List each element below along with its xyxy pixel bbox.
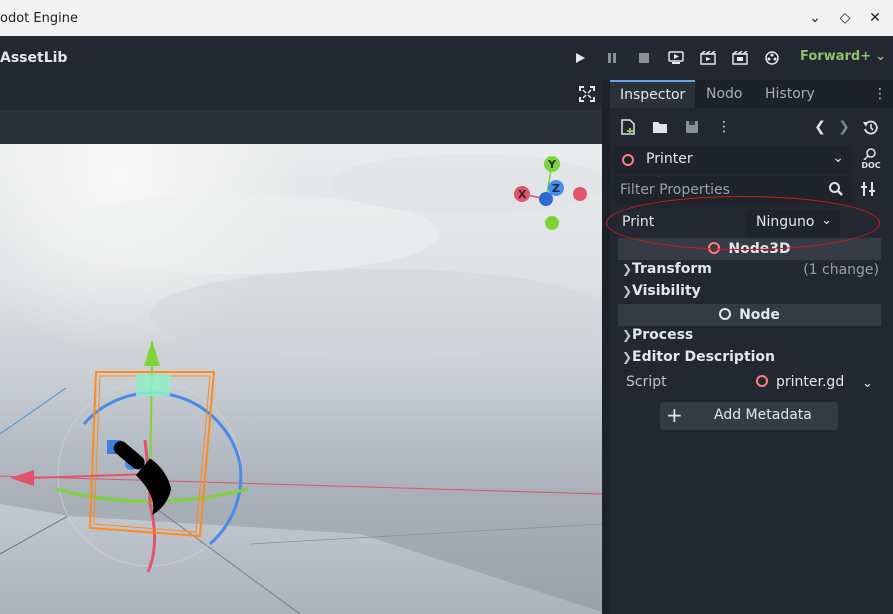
visibility-label: Visibility: [632, 283, 701, 299]
tab-history[interactable]: History: [755, 80, 825, 108]
inspector-toolbar: ⋮ ❮ ❯: [610, 112, 893, 142]
window-titlebar: odot Engine ⌄ ◇ ✕: [0, 0, 893, 36]
plus-icon: +: [666, 403, 683, 427]
script-resource[interactable]: printer.gd: [756, 374, 844, 390]
chevron-down-icon: ⌄: [875, 49, 886, 64]
script-value: printer.gd: [776, 374, 845, 390]
main-toolbar: AssetLib Forward+ ⌄: [0, 36, 893, 80]
node-section-label: Node: [739, 307, 780, 323]
dock-tabs: Inspector Nodo History ⋮: [610, 80, 893, 108]
window-title: odot Engine: [0, 11, 78, 26]
minimize-icon[interactable]: ⌄: [807, 8, 823, 28]
movie-maker-icon[interactable]: [758, 44, 786, 72]
play-scene-icon[interactable]: [694, 44, 722, 72]
gizmo-z-label: Z: [552, 182, 560, 195]
add-metadata-button[interactable]: + Add Metadata: [660, 402, 838, 430]
chevron-right-icon: ❯: [622, 328, 633, 342]
renderer-label: Forward+: [800, 49, 872, 64]
window-controls: ⌄ ◇ ✕: [807, 8, 883, 28]
save-icon[interactable]: [682, 117, 702, 137]
viewport-scene: X Y Z: [0, 144, 602, 614]
panel-splitter[interactable]: [602, 80, 610, 614]
script-icon: [756, 375, 768, 387]
fullscreen-icon[interactable]: [578, 85, 598, 105]
chevron-down-icon: ⌄: [832, 150, 844, 166]
chevron-right-icon: ❯: [622, 350, 633, 364]
inspector-panel: Inspector Nodo History ⋮ ⋮ ❮ ❯ Printer ⌄…: [610, 80, 893, 614]
transform-change-count: (1 change): [803, 262, 879, 278]
maximize-icon[interactable]: ◇: [837, 8, 853, 28]
tab-inspector[interactable]: Inspector: [610, 80, 696, 108]
viewport-toolbar: [0, 110, 602, 144]
viewport-header: [0, 80, 602, 110]
tab-nodo[interactable]: Nodo: [696, 80, 753, 108]
group-transform[interactable]: ❯ Transform (1 change): [610, 260, 893, 282]
property-script: Script: [610, 372, 893, 394]
add-metadata-label: Add Metadata: [714, 407, 812, 423]
group-visibility[interactable]: ❯ Visibility: [610, 282, 893, 304]
chevron-right-icon: ❯: [622, 262, 633, 276]
history-list-icon[interactable]: [860, 117, 880, 137]
open-docs-button[interactable]: DOC: [860, 148, 882, 172]
editor-description-label: Editor Description: [632, 349, 776, 365]
process-label: Process: [632, 327, 694, 343]
history-forward-icon[interactable]: ❯: [834, 117, 854, 137]
close-icon[interactable]: ✕: [867, 8, 883, 28]
open-folder-icon[interactable]: [650, 117, 670, 137]
node-icon: [719, 308, 732, 320]
chevron-down-icon[interactable]: ⌄: [862, 376, 873, 391]
gizmo-y-label: Y: [547, 158, 557, 171]
chevron-right-icon: ❯: [622, 284, 633, 298]
play-custom-scene-icon[interactable]: [726, 44, 754, 72]
property-tools-icon[interactable]: [860, 180, 880, 200]
object-name: Printer: [646, 151, 693, 167]
stop-icon[interactable]: [630, 44, 658, 72]
group-process[interactable]: ❯ Process: [610, 326, 893, 348]
node3d-icon: [622, 154, 634, 166]
3d-viewport[interactable]: X Y Z: [0, 144, 602, 614]
assetlib-tab[interactable]: AssetLib: [0, 50, 67, 66]
gizmo-x-label: X: [518, 188, 527, 201]
pause-icon[interactable]: [598, 44, 626, 72]
kebab-menu-icon[interactable]: ⋮: [873, 86, 887, 102]
play-icon[interactable]: [566, 44, 594, 72]
run-controls: [566, 44, 786, 72]
filter-placeholder: Filter Properties: [620, 182, 730, 198]
object-selector[interactable]: Printer ⌄: [614, 146, 852, 174]
history-back-icon[interactable]: ❮: [810, 117, 830, 137]
remote-debug-icon[interactable]: [662, 44, 690, 72]
more-options-icon[interactable]: ⋮: [714, 117, 734, 137]
search-icon: [828, 181, 844, 201]
group-editor-description[interactable]: ❯ Editor Description: [610, 348, 893, 370]
renderer-selector[interactable]: Forward+ ⌄: [800, 49, 886, 64]
section-node: Node: [618, 304, 881, 326]
script-label: Script: [626, 374, 667, 390]
new-resource-icon[interactable]: [618, 117, 638, 137]
transform-label: Transform: [632, 261, 712, 277]
annotation-highlight: [606, 196, 880, 250]
doc-label: DOC: [861, 161, 881, 170]
